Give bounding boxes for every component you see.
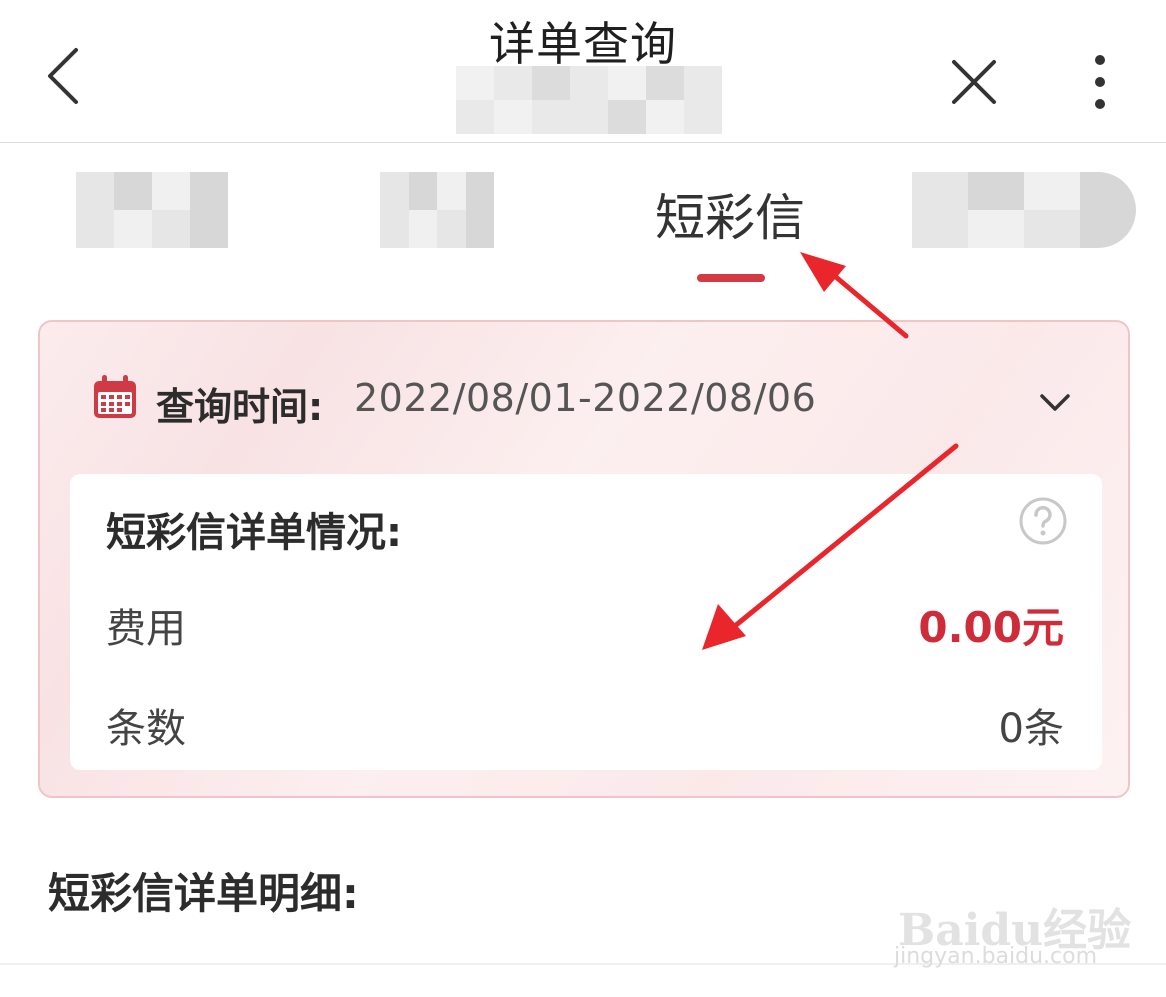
summary-panel: 短彩信详单情况: 费用 0.00元 条数 0条: [70, 474, 1102, 770]
close-icon: [952, 60, 996, 104]
summary-title: 短彩信详单情况:: [106, 510, 402, 556]
chevron-down-icon: [1040, 394, 1070, 411]
details-section-title: 短彩信详单明细:: [48, 869, 359, 918]
fee-value: 0.00元: [918, 603, 1064, 652]
tab-blurred-4[interactable]: [912, 172, 1136, 248]
more-options-button[interactable]: [1080, 50, 1120, 116]
watermark-url: jingyan.baidu.com: [894, 944, 1098, 969]
tab-blurred-2[interactable]: [380, 172, 494, 248]
tab-blurred-1[interactable]: [76, 172, 228, 248]
top-navigation-bar: 详单查询: [0, 0, 1166, 143]
more-vertical-icon: [1095, 55, 1105, 109]
tab-sms-mms[interactable]: 短彩信: [640, 178, 820, 250]
query-time-value[interactable]: 2022/08/01-2022/08/06: [354, 376, 816, 420]
help-button[interactable]: [1018, 496, 1068, 546]
calendar-icon: [94, 375, 136, 418]
question-circle-icon: [1019, 497, 1067, 545]
expand-date-button[interactable]: [1036, 386, 1074, 420]
fee-label: 费用: [106, 606, 186, 652]
baidu-watermark: Baidu经验 jingyan.baidu.com: [892, 878, 1132, 978]
count-label: 条数: [106, 706, 186, 752]
query-summary-card: 查询时间: 2022/08/01-2022/08/06 短彩信详单情况: 费用 …: [38, 320, 1130, 798]
active-tab-indicator: [697, 274, 765, 282]
close-button[interactable]: [944, 52, 1004, 112]
count-value: 0条: [998, 706, 1064, 752]
query-time-label: 查询时间:: [156, 385, 324, 429]
blurred-phone-number: [456, 66, 722, 134]
